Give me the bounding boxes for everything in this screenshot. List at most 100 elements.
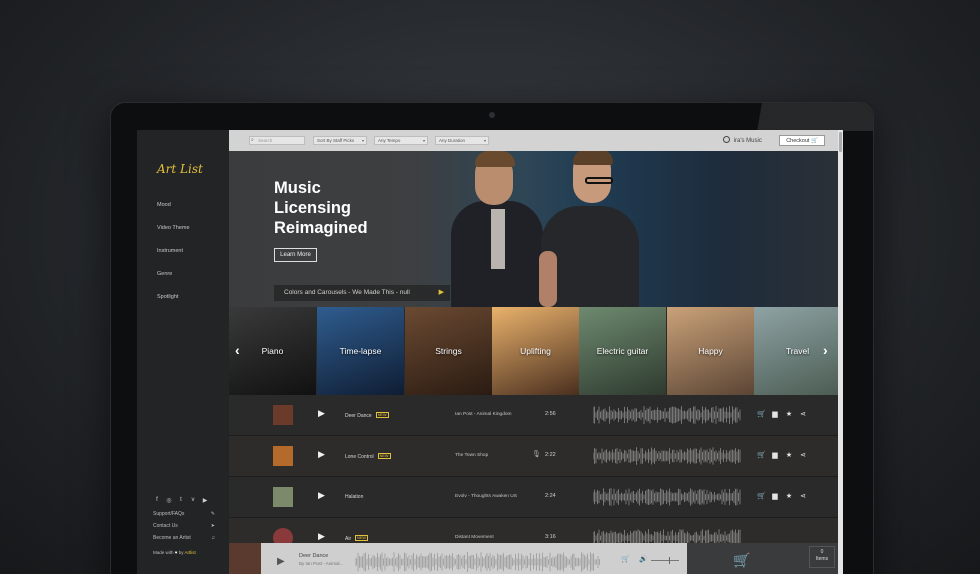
track-waveform[interactable] [593,446,741,466]
track-artist[interactable]: Ian Post - Animal Kingdom [455,412,512,417]
sidebar-item-video-theme[interactable]: Video Theme [157,225,190,231]
volume-icon[interactable]: 🔊 [639,555,648,563]
cart-icon[interactable]: 🛒 [757,410,766,418]
hero-banner: Music Licensing Reimagined Learn More Co… [229,151,843,307]
track-thumbnail [273,405,293,425]
share-icon[interactable]: ⋖ [799,492,807,500]
carousel-tile-strings[interactable]: Strings [405,307,492,395]
track-row[interactable]: ▶ Halation Evolv - Thoughts Awaken US 2:… [229,477,843,518]
contact-link[interactable]: Contact Us ➤ [153,523,215,529]
made-brand[interactable]: Artlist [185,550,196,555]
sidebar-item-mood[interactable]: Mood [157,202,190,208]
new-badge: NEW [377,453,391,459]
now-playing-bar[interactable]: Colors and Carousels - We Made This - nu… [274,285,450,301]
play-icon[interactable]: ▶ [318,531,325,542]
facebook-icon[interactable]: f [153,497,161,504]
hero-title: Music Licensing Reimagined [274,179,368,237]
support-link[interactable]: Support/FAQs ✎ [153,511,215,517]
play-icon[interactable]: ▶ [318,449,325,460]
tile-label: Happy [698,346,723,356]
track-title-cell[interactable]: Deer Dance NEW [345,412,389,419]
carousel-tile-electric-guitar[interactable]: Electric guitar [579,307,666,395]
sidebar-item-instrument[interactable]: Instrument [157,248,190,254]
sort-select[interactable]: Sort By Staff Picks ▾ [313,136,367,145]
scrollbar[interactable] [838,130,843,574]
track-title: Air [345,536,352,542]
send-icon: ➤ [210,523,215,529]
carousel-tile-happy[interactable]: Happy [667,307,754,395]
star-icon[interactable]: ★ [785,410,793,418]
tempo-select[interactable]: Any Tempo ▾ [374,136,428,145]
play-icon[interactable]: ▶ [318,408,325,419]
share-icon[interactable]: ⋖ [799,451,807,459]
chevron-left-icon[interactable]: ‹ [235,342,240,358]
chevron-down-icon: ▾ [361,138,364,143]
track-thumbnail [273,446,293,466]
user-name: ira's Music [733,138,762,144]
track-artist[interactable]: Distant Movement [455,535,494,540]
player-subtitle: By Ian Post - Animal... [299,561,344,566]
contact-label: Contact Us [153,523,178,529]
chevron-right-icon[interactable]: › [823,342,828,358]
volume-slider[interactable] [651,560,679,561]
star-icon[interactable]: ★ [785,451,793,459]
folder-icon[interactable]: ▆ [771,451,779,459]
scrollbar-thumb[interactable] [839,132,842,152]
cart-icon[interactable]: 🛒 [757,492,766,500]
hero-person-left-hair [475,151,515,167]
play-icon[interactable]: ▶ [318,490,325,501]
track-row[interactable]: ▶ Lone Control NEW The Town Shop 🎙 2:22 🛒… [229,436,843,477]
become-artist-link[interactable]: Become an Artist ♫ [153,535,215,541]
carousel-tile-time-lapse[interactable]: Time-lapse [317,307,404,395]
chevron-down-icon: ▾ [422,138,425,143]
screen-glare [733,103,873,131]
cart-icon[interactable]: 🛒 [621,555,630,563]
track-title-cell[interactable]: Lone Control NEW [345,453,391,460]
sidebar-nav: Mood Video Theme Instrument Genre Spotli… [157,202,190,317]
player-waveform[interactable] [355,551,601,573]
checkout-button[interactable]: Checkout 🛒 [779,135,825,146]
track-duration: 2:24 [545,493,556,499]
player-play-icon[interactable]: ▶ [277,556,285,567]
vimeo-icon[interactable]: v [189,497,197,504]
carousel-tile-uplifting[interactable]: Uplifting [492,307,579,395]
player-title[interactable]: Deer Dance [299,553,328,559]
youtube-icon[interactable]: ▶ [201,497,209,504]
cart-items-button[interactable]: 0 Items [809,546,835,568]
duration-select[interactable]: Any Duration ▾ [435,136,489,145]
search-input[interactable]: ⌕ Search [249,136,305,145]
track-waveform[interactable] [593,487,741,507]
sidebar: Art List Mood Video Theme Instrument Gen… [137,130,229,574]
sidebar-item-spotlight[interactable]: Spotlight [157,294,190,300]
sidebar-item-genre[interactable]: Genre [157,271,190,277]
twitter-icon[interactable]: t [177,497,185,504]
star-icon[interactable]: ★ [785,492,793,500]
track-actions: 🛒 ▆ ★ ⋖ [757,410,807,418]
logo[interactable]: Art List [157,162,203,176]
tile-label: Strings [435,346,462,356]
volume-slider-handle[interactable] [669,557,670,564]
app-screen: Art List Mood Video Theme Instrument Gen… [137,130,843,574]
folder-icon[interactable]: ▆ [771,492,779,500]
track-title-cell[interactable]: Air NEW [345,535,368,542]
folder-icon[interactable]: ▆ [771,410,779,418]
track-row[interactable]: ▶ Deer Dance NEW Ian Post - Animal Kingdo… [229,395,843,436]
share-icon[interactable]: ⋖ [799,410,807,418]
made-with-credit: Made with ♥ by Artlist [153,550,196,555]
instagram-icon[interactable]: ◎ [165,497,173,504]
cart-panel-icon[interactable]: 🛒 [733,552,750,569]
learn-more-button[interactable]: Learn More [274,248,317,262]
play-icon[interactable]: ▶ [439,288,444,296]
track-waveform[interactable] [593,405,741,425]
user-avatar-icon [723,136,730,143]
cart-icon[interactable]: 🛒 [757,451,766,459]
heart-icon: ♥ [174,550,178,555]
track-artist[interactable]: Evolv - Thoughts Awaken US [455,494,517,499]
track-duration: 2:22 [545,452,556,458]
carousel-tile-piano[interactable]: Piano [229,307,316,395]
track-title-cell[interactable]: Halation [345,494,363,500]
webcam [489,112,495,118]
track-artist[interactable]: The Town Shop [455,453,488,458]
support-label: Support/FAQs [153,511,185,517]
user-menu[interactable]: ira's Music [723,136,762,144]
